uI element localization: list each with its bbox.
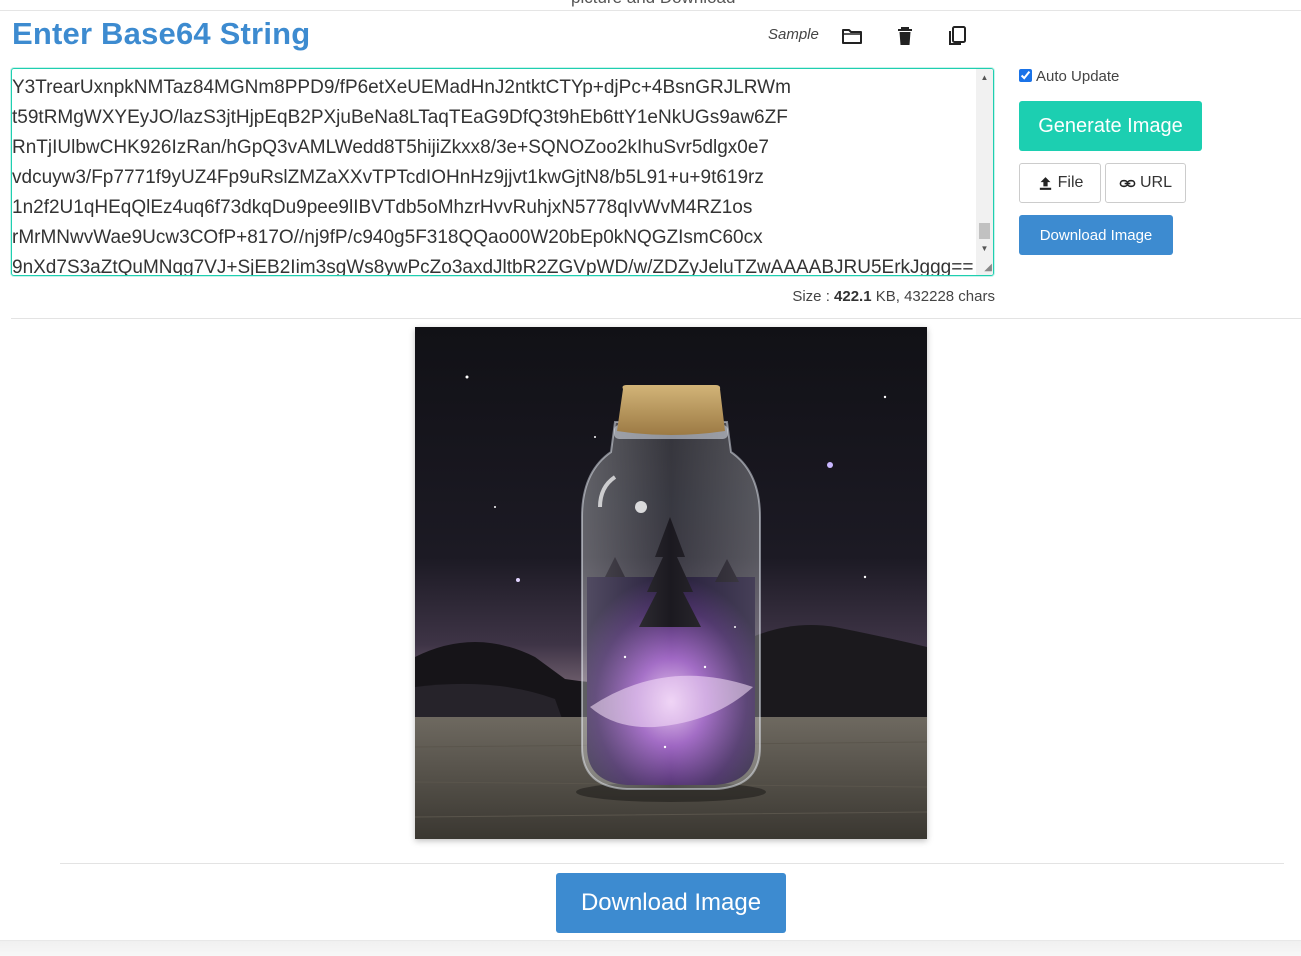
size-suffix: KB, 432228 chars bbox=[871, 288, 995, 305]
copy-icon[interactable] bbox=[945, 24, 969, 48]
base64-line: 1n2f2U1qHEqQlEz4uq6f73dkqDu9pee9lIBVTdb5… bbox=[12, 197, 753, 218]
download-image-button-small[interactable]: Download Image bbox=[1019, 215, 1173, 255]
page-bottom-edge bbox=[0, 940, 1301, 956]
auto-update-toggle[interactable]: Auto Update bbox=[1019, 68, 1119, 85]
base64-line: Y3TrearUxnpkNMTaz84MGNm8PPD9/fP6etXeUEMa… bbox=[12, 77, 791, 98]
section-divider bbox=[11, 318, 1301, 319]
resize-grip-icon[interactable]: ◢ bbox=[980, 262, 992, 274]
trash-icon[interactable] bbox=[893, 24, 917, 48]
base64-line: 9nXd7S3aZtQuMNqg7VJ+SjEB2Iim3sgWs8ywPcZo… bbox=[12, 257, 974, 276]
base64-text: Y3TrearUxnpkNMTaz84MGNm8PPD9/fP6etXeUEMa… bbox=[12, 73, 975, 276]
bottle-galaxy-image bbox=[415, 327, 927, 839]
size-prefix: Size : bbox=[792, 288, 835, 305]
auto-update-checkbox[interactable] bbox=[1019, 69, 1032, 82]
base64-line: RnTjIUlbwCHK926IzRan/hGpQ3vAMLWedd8T5hij… bbox=[12, 137, 770, 158]
base64-line: rMrMNwvWae9Ucw3COfP+817O//nj9fP/c940g5F3… bbox=[12, 227, 763, 248]
generate-image-button[interactable]: Generate Image bbox=[1019, 101, 1202, 151]
base64-textarea[interactable]: Y3TrearUxnpkNMTaz84MGNm8PPD9/fP6etXeUEMa… bbox=[11, 68, 994, 276]
base64-line: t59tRMgWXYEyJO/lazS3jtHjpEqB2PXjuBeNa8LT… bbox=[12, 107, 788, 128]
download-image-button-large[interactable]: Download Image bbox=[556, 873, 786, 933]
upload-icon bbox=[1037, 175, 1054, 192]
sample-link[interactable]: Sample bbox=[768, 26, 819, 43]
folder-icon[interactable] bbox=[840, 24, 864, 48]
image-preview bbox=[415, 327, 927, 839]
file-button-label: File bbox=[1057, 174, 1084, 191]
url-button[interactable]: URL bbox=[1105, 163, 1186, 203]
size-kb-value: 422.1 bbox=[834, 288, 872, 305]
link-icon bbox=[1119, 175, 1136, 192]
top-clipped-text: picture and Download bbox=[571, 0, 735, 8]
top-clipped-header: picture and Download bbox=[0, 0, 1301, 11]
page-title: Enter Base64 String bbox=[12, 16, 311, 51]
scrollbar-thumb[interactable] bbox=[979, 223, 990, 239]
textarea-scrollbar[interactable]: ▲ ▼ bbox=[976, 69, 993, 275]
scroll-up-arrow-icon[interactable]: ▲ bbox=[976, 69, 993, 86]
scroll-down-arrow-icon[interactable]: ▼ bbox=[976, 240, 993, 257]
size-info: Size : 422.1 KB, 432228 chars bbox=[792, 288, 995, 305]
url-button-label: URL bbox=[1139, 174, 1172, 191]
base64-line: vdcuyw3/Fp7771f9yUZ4Fp9uRslZMZaXXvTPTcdI… bbox=[12, 167, 764, 188]
file-upload-button[interactable]: File bbox=[1019, 163, 1101, 203]
auto-update-label: Auto Update bbox=[1036, 68, 1120, 85]
footer-divider bbox=[60, 863, 1284, 864]
